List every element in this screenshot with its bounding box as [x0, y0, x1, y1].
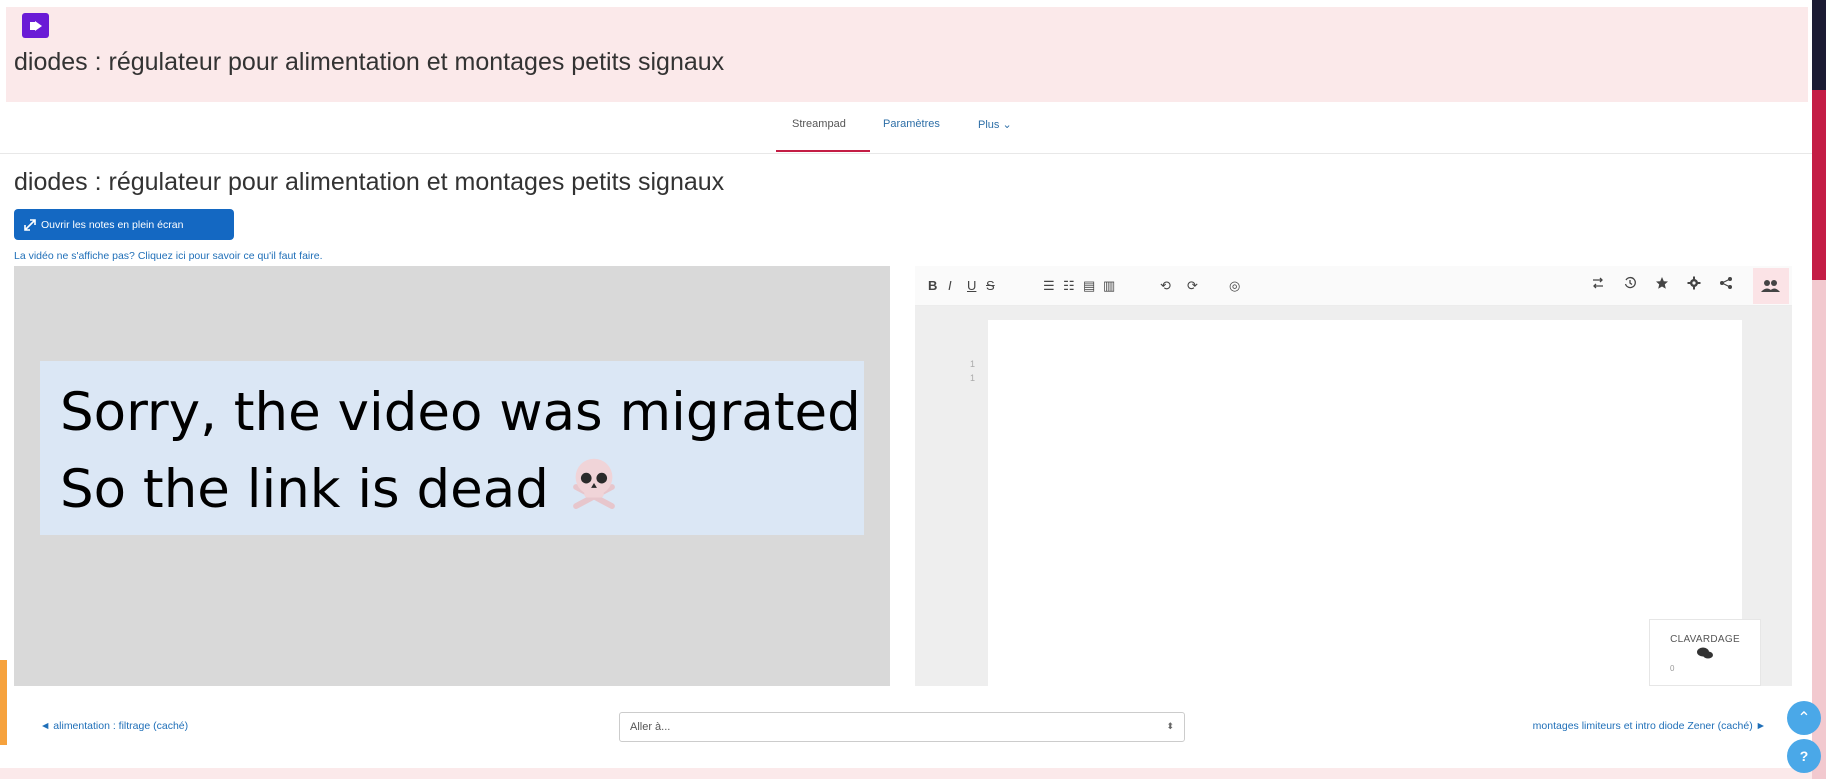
- rail-dark-segment: [1812, 0, 1826, 90]
- jump-to-value: Aller à...: [630, 721, 671, 733]
- active-tab-underline: [776, 150, 870, 152]
- previous-activity-link[interactable]: ◄ alimentation : filtrage (caché): [40, 720, 188, 732]
- editor-text-area[interactable]: [988, 320, 1742, 686]
- numbered-list-button[interactable]: ☷: [1063, 278, 1075, 294]
- notice-line-1: Sorry, the video was migrated: [60, 382, 861, 443]
- line-number: 1: [970, 373, 976, 383]
- history-icon[interactable]: [1623, 276, 1637, 293]
- footer-band: [0, 768, 1812, 779]
- swap-icon[interactable]: [1591, 276, 1605, 293]
- video-help-link[interactable]: La vidéo ne s'affiche pas? Cliquez ici p…: [14, 250, 323, 262]
- migration-notice: Sorry, the video was migrated So the lin…: [40, 361, 864, 535]
- notice-line-2-text: So the link is dead: [60, 459, 549, 521]
- expand-arrows-icon: [24, 218, 36, 231]
- gear-icon[interactable]: [1687, 276, 1701, 293]
- fullscreen-button-label: Ouvrir les notes en plein écran: [41, 218, 184, 231]
- editor-toolbar: B I U S ☰ ☷ ▤ ▥ ⟲ ⟳ ◎: [915, 266, 1792, 306]
- line-numbers: 1 1: [970, 357, 975, 385]
- fullscreen-notes-button[interactable]: Ouvrir les notes en plein écran: [14, 209, 234, 240]
- play-arrow-icon: [22, 13, 49, 38]
- select-arrows-icon: ⬍: [1166, 721, 1174, 731]
- next-activity-link[interactable]: montages limiteurs et intro diode Zener …: [1533, 720, 1766, 732]
- italic-button[interactable]: I: [948, 278, 952, 293]
- secondary-nav: Streampad Paramètres Plus ⌄: [0, 102, 1812, 154]
- users-button[interactable]: [1753, 268, 1789, 304]
- chat-widget[interactable]: CLAVARDAGE 0: [1649, 619, 1761, 686]
- scroll-top-button[interactable]: ⌃: [1787, 701, 1821, 735]
- left-edge-marker: [0, 660, 7, 745]
- course-title: diodes : régulateur pour alimentation et…: [14, 48, 725, 76]
- star-icon[interactable]: [1655, 276, 1669, 293]
- help-button[interactable]: ?: [1787, 739, 1821, 773]
- underline-button[interactable]: U: [967, 278, 976, 293]
- tab-streampad[interactable]: Streampad: [792, 118, 846, 130]
- tab-more[interactable]: Plus ⌄: [978, 118, 1012, 131]
- strikethrough-button[interactable]: S: [986, 278, 995, 293]
- page-title: diodes : régulateur pour alimentation et…: [14, 168, 725, 196]
- rail-red-segment: [1812, 90, 1826, 280]
- bullet-list-button[interactable]: ☰: [1043, 278, 1055, 294]
- skull-crossbones-icon: [563, 451, 625, 534]
- tab-parametres[interactable]: Paramètres: [883, 118, 940, 130]
- undo-button[interactable]: ⟲: [1160, 278, 1171, 294]
- chat-label: CLAVARDAGE: [1670, 634, 1740, 645]
- indent-button[interactable]: ▤: [1083, 278, 1095, 294]
- outdent-button[interactable]: ▥: [1103, 278, 1115, 294]
- chat-bubbles-icon: [1650, 647, 1760, 662]
- line-number: 1: [970, 359, 976, 369]
- chevron-up-icon: ⌃: [1797, 710, 1811, 727]
- hide-button[interactable]: ◎: [1229, 278, 1240, 294]
- chat-count: 0: [1670, 664, 1675, 673]
- users-icon: [1761, 280, 1780, 292]
- notice-line-2: So the link is dead: [60, 451, 844, 534]
- share-icon[interactable]: [1719, 276, 1733, 293]
- question-icon: ?: [1799, 748, 1809, 764]
- bold-button[interactable]: B: [928, 278, 937, 293]
- redo-button[interactable]: ⟳: [1187, 278, 1198, 294]
- jump-to-select[interactable]: Aller à... ⬍: [619, 712, 1185, 742]
